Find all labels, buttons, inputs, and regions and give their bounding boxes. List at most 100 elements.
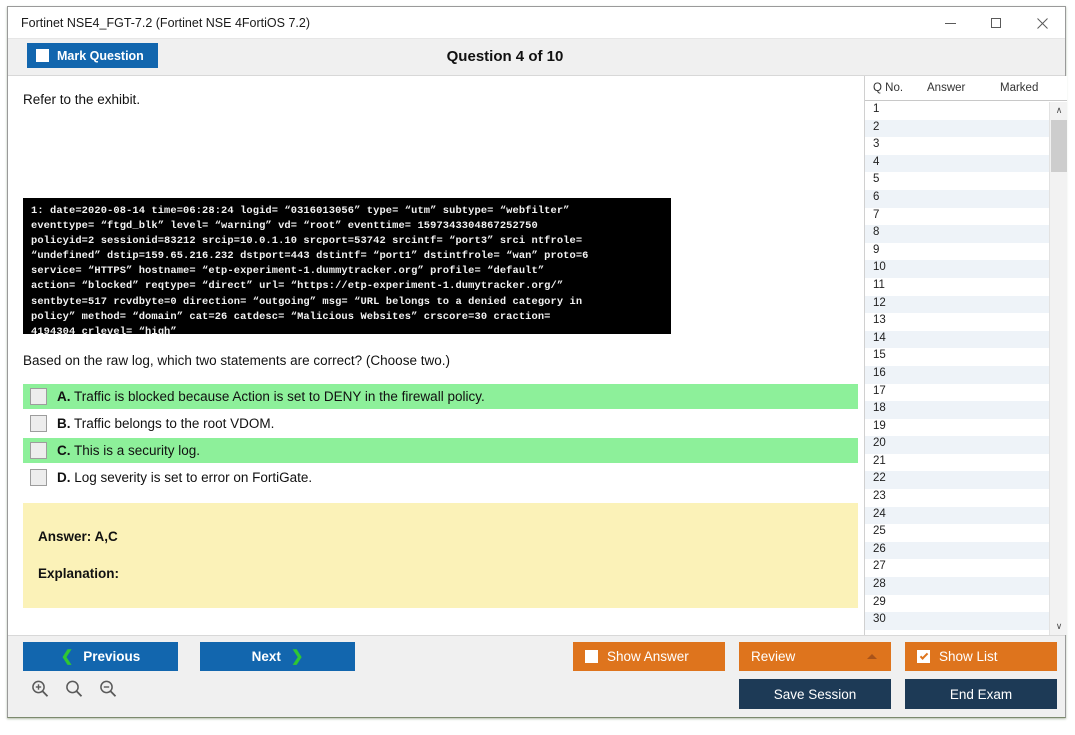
option-d-text: Log severity is set to error on FortiGat…	[74, 470, 313, 485]
question-list-row[interactable]: 11	[865, 278, 1049, 296]
show-list-button[interactable]: Show List	[905, 642, 1057, 671]
question-list-scrollbar[interactable]: ∧ ∨	[1049, 102, 1067, 635]
option-d-letter: D.	[57, 470, 71, 485]
show-answer-checkbox-icon[interactable]	[585, 650, 598, 663]
question-list-row[interactable]: 14	[865, 330, 1049, 349]
exam-simulator-window: Fortinet NSE4_FGT-7.2 (Fortinet NSE 4For…	[7, 6, 1067, 718]
save-session-button[interactable]: Save Session	[739, 679, 891, 709]
question-number-cell: 8	[873, 226, 880, 239]
review-dropdown-button[interactable]: Review	[739, 642, 891, 671]
end-exam-label: End Exam	[949, 686, 1013, 702]
option-row-b[interactable]: B. Traffic belongs to the root VDOM.	[23, 411, 858, 436]
question-list-row[interactable]: 16	[865, 365, 1049, 384]
question-number-cell: 21	[873, 454, 886, 467]
question-list-row[interactable]: 1	[865, 102, 1049, 120]
question-number-cell: 23	[873, 490, 886, 503]
review-label: Review	[751, 649, 796, 664]
question-list-row[interactable]: 25	[865, 524, 1049, 542]
question-number-cell: 11	[873, 278, 885, 291]
close-icon	[1036, 17, 1048, 29]
scroll-up-arrow-icon[interactable]: ∧	[1050, 102, 1067, 119]
refer-to-exhibit-text: Refer to the exhibit.	[23, 92, 141, 107]
answer-options-list: A. Traffic is blocked because Action is …	[23, 384, 858, 492]
question-list-row[interactable]: 6	[865, 189, 1049, 208]
option-c-letter: C.	[57, 443, 71, 458]
question-list-row[interactable]: 28	[865, 577, 1049, 595]
question-list-row[interactable]: 3	[865, 137, 1049, 155]
question-list-row[interactable]: 27	[865, 559, 1049, 577]
question-number-cell: 18	[873, 402, 886, 415]
question-list-row[interactable]: 23	[865, 489, 1049, 507]
question-list-row[interactable]: 24	[865, 506, 1049, 525]
option-row-d[interactable]: D. Log severity is set to error on Forti…	[23, 465, 858, 490]
scrollbar-thumb[interactable]	[1051, 120, 1067, 172]
question-list-row[interactable]: 9	[865, 243, 1049, 261]
question-number-cell: 9	[873, 243, 880, 256]
next-button[interactable]: Next ❯	[200, 642, 355, 671]
question-header-bar: Mark Question Question 4 of 10	[8, 39, 1065, 76]
question-list-row[interactable]: 5	[865, 172, 1049, 190]
question-list-row[interactable]: 22	[865, 471, 1049, 490]
question-list-row[interactable]: 4	[865, 154, 1049, 173]
maximize-button[interactable]	[973, 7, 1019, 39]
question-number-cell: 22	[873, 472, 886, 485]
show-list-label: Show List	[939, 649, 998, 664]
question-list-row[interactable]: 15	[865, 348, 1049, 366]
option-b-label: B. Traffic belongs to the root VDOM.	[57, 416, 274, 431]
question-list-row[interactable]: 12	[865, 295, 1049, 314]
question-list-row[interactable]: 19	[865, 419, 1049, 437]
scroll-down-arrow-icon[interactable]: ∨	[1050, 618, 1067, 635]
question-list-row[interactable]: 21	[865, 454, 1049, 472]
question-number-cell: 15	[873, 349, 886, 362]
option-c-text: This is a security log.	[74, 443, 201, 458]
question-list-row[interactable]: 18	[865, 401, 1049, 419]
minimize-button[interactable]	[927, 7, 973, 39]
show-list-checkbox-icon[interactable]	[917, 650, 930, 663]
option-row-a[interactable]: A. Traffic is blocked because Action is …	[23, 384, 858, 409]
question-list-row[interactable]: 30	[865, 612, 1049, 630]
zoom-out-icon[interactable]	[98, 679, 118, 699]
window-title: Fortinet NSE4_FGT-7.2 (Fortinet NSE 4For…	[21, 16, 310, 30]
end-exam-button[interactable]: End Exam	[905, 679, 1057, 709]
question-list-row[interactable]: 13	[865, 313, 1049, 331]
question-number-cell: 5	[873, 173, 880, 186]
check-mark-icon	[919, 650, 928, 660]
zoom-controls	[30, 679, 118, 699]
question-number-cell: 28	[873, 578, 886, 591]
option-c-checkbox[interactable]	[30, 442, 47, 459]
window-controls	[927, 7, 1065, 39]
question-list-scroll-area: 1 2 3 4 5 6 7 8 9 10 11 12 13 14 15 16 17 18 19 20 21 22 23 24 2…	[865, 102, 1067, 635]
option-b-text: Traffic belongs to the root VDOM.	[74, 416, 275, 431]
question-list-row[interactable]: 29	[865, 595, 1049, 613]
question-list-header: Q No. Answer Marked	[865, 76, 1067, 101]
question-list-row[interactable]: 20	[865, 436, 1049, 454]
option-a-checkbox[interactable]	[30, 388, 47, 405]
column-header-marked: Marked	[1000, 82, 1039, 94]
option-a-label: A. Traffic is blocked because Action is …	[57, 389, 485, 404]
question-list-row[interactable]: 26	[865, 541, 1049, 560]
question-list-row[interactable]: 10	[865, 260, 1049, 278]
option-d-label: D. Log severity is set to error on Forti…	[57, 470, 312, 485]
question-number-cell: 6	[873, 190, 880, 203]
option-row-c[interactable]: C. This is a security log.	[23, 438, 858, 463]
zoom-in-icon[interactable]	[30, 679, 50, 699]
option-a-text: Traffic is blocked because Action is set…	[74, 389, 485, 404]
option-b-checkbox[interactable]	[30, 415, 47, 432]
question-number-cell: 20	[873, 437, 886, 450]
option-d-checkbox[interactable]	[30, 469, 47, 486]
close-button[interactable]	[1019, 7, 1065, 39]
question-list-row[interactable]: 17	[865, 384, 1049, 402]
show-answer-label: Show Answer	[607, 649, 689, 664]
question-list-row[interactable]: 8	[865, 225, 1049, 243]
question-list-row[interactable]: 7	[865, 208, 1049, 226]
question-number-cell: 14	[873, 331, 886, 344]
zoom-reset-icon[interactable]	[64, 679, 84, 699]
question-number-cell: 1	[873, 103, 880, 115]
question-number-cell: 17	[873, 384, 886, 397]
question-list-row[interactable]: 2	[865, 119, 1049, 138]
column-header-answer: Answer	[927, 82, 966, 94]
raw-log-text: 1: date=2020-08-14 time=06:28:24 logid= …	[31, 205, 589, 334]
save-session-label: Save Session	[773, 686, 857, 702]
show-answer-button[interactable]: Show Answer	[573, 642, 725, 671]
previous-button[interactable]: ❮ Previous	[23, 642, 178, 671]
